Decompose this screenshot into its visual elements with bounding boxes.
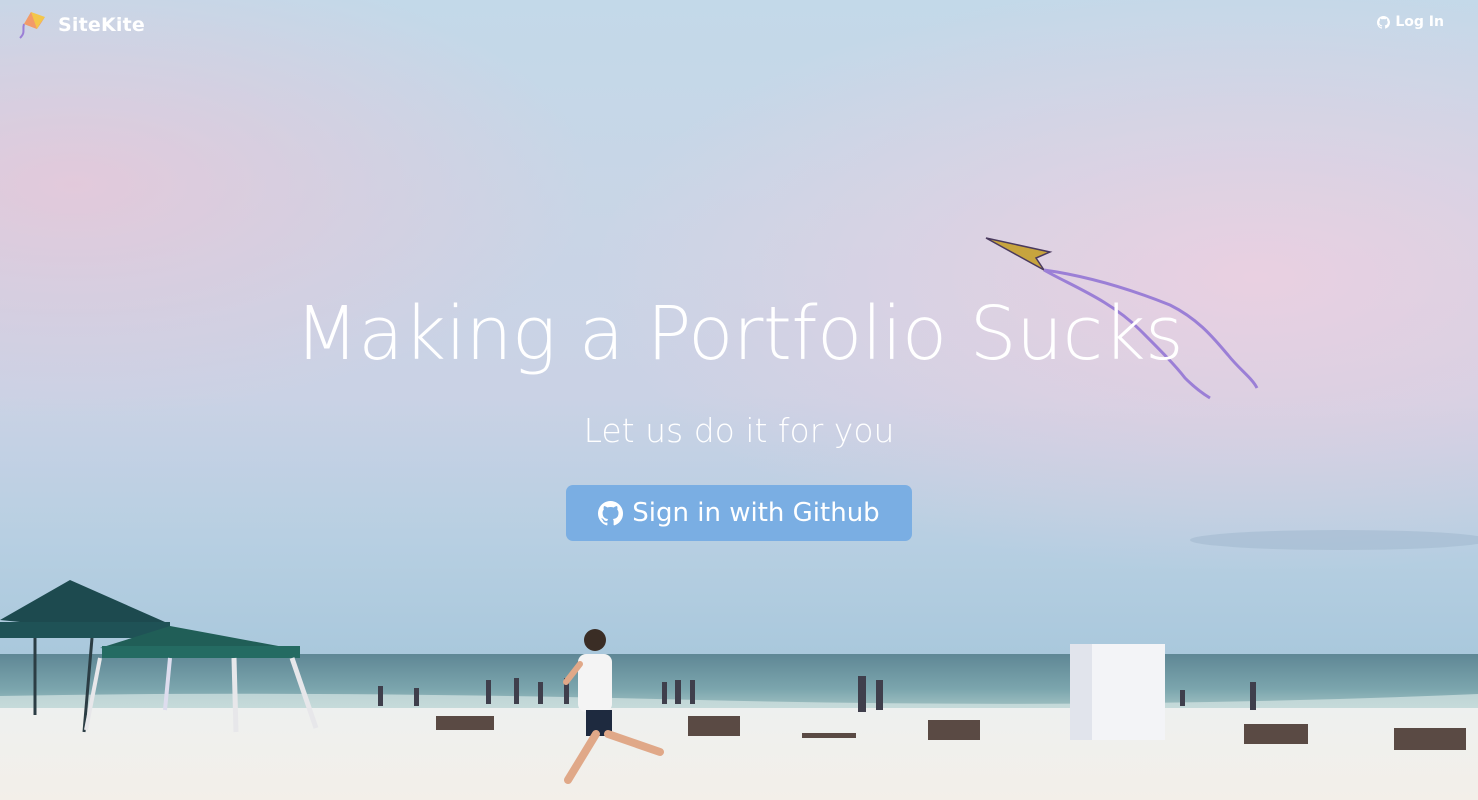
login-link[interactable]: Log In <box>1377 14 1444 30</box>
github-icon <box>598 500 624 525</box>
beach-background-image <box>0 0 1478 800</box>
landing-page: SiteKite Log In Making a Portfolio Sucks… <box>0 0 1478 800</box>
hero-title: Making a Portfolio Sucks <box>294 291 1184 377</box>
github-icon <box>1377 15 1391 29</box>
login-label: Log In <box>1395 14 1444 30</box>
sign-in-github-button[interactable]: Sign in with Github <box>566 485 912 541</box>
brand-link[interactable]: SiteKite <box>18 10 145 40</box>
sign-in-github-label: Sign in with Github <box>632 498 880 528</box>
brand-name: SiteKite <box>58 14 145 36</box>
hero-subtitle: Let us do it for you <box>583 411 895 450</box>
kite-logo-icon <box>19 12 45 39</box>
